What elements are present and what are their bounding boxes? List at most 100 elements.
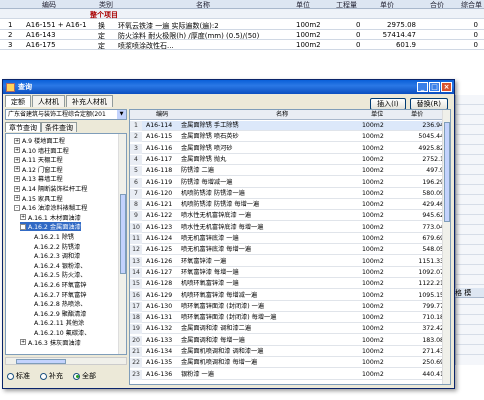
tree-node[interactable]: A.16.2.9 聚酯清漆 [26, 309, 87, 318]
tree-horizontal-scrollbar[interactable] [5, 357, 127, 365]
tree-node[interactable]: + A.10 墙柱面工程 [14, 146, 69, 155]
grid-cell-name: 防锈漆 每增减一遍 [181, 178, 233, 186]
radio-option[interactable]: 全部 [73, 371, 96, 381]
grid-cell-price: 1095.15 [418, 291, 444, 299]
tree-node[interactable]: A.16.2.4 银粉漆、 [26, 261, 87, 270]
tree-node[interactable]: + A.16.1 木材面油漆 [20, 213, 81, 222]
radio-dot-icon[interactable] [40, 372, 47, 380]
grid-cell-price: 196.29 [422, 178, 444, 186]
expand-icon[interactable]: + [20, 339, 26, 346]
grid-row[interactable]: 20 A16-133 金属面调和漆 每增一遍 100m2 183.08 [130, 335, 450, 346]
grid-row[interactable]: 19 A16-132 金属面调和漆 调和漆二遍 100m2 372.42 [130, 324, 450, 335]
expand-icon[interactable]: + [14, 175, 20, 182]
grid-row[interactable]: 3 A16-116 金属面除锈 喷河砂 100m2 4925.82 [130, 143, 450, 154]
tree-node[interactable]: - A.16 油漆涂料裱糊工程 [14, 203, 87, 212]
bg-cell-unit: 100m2 [296, 31, 321, 39]
tree-node[interactable]: + A.9 楼地面工程 [14, 136, 65, 145]
tree-node[interactable]: + A.11 天棚工程 [14, 155, 63, 164]
tree-node[interactable]: + A.14 隔断装饰栏杆工程 [14, 184, 87, 193]
expand-icon[interactable]: + [14, 185, 20, 192]
dialog-titlebar[interactable]: 查询 _ □ × [3, 80, 454, 94]
chevron-down-icon[interactable]: ▼ [117, 110, 126, 119]
collapse-icon[interactable]: - [20, 223, 26, 230]
tree-node-label: A.16.2.1 除锈 [34, 234, 75, 241]
grid-row[interactable]: 12 A16-125 喷无机富锌底漆 每增一遍 100m2 548.05 [130, 245, 450, 256]
expand-icon[interactable]: + [20, 214, 26, 221]
grid-row[interactable]: 17 A16-130 喷环氧富锌面漆 (封闭漆) 一遍 100m2 799.77 [130, 301, 450, 312]
grid-row[interactable]: 6 A16-119 防锈漆 每增减一遍 100m2 196.29 [130, 177, 450, 188]
radio-option[interactable]: 标准 [7, 371, 30, 381]
grid-row[interactable]: 10 A16-123 喷水性无机富锌底漆 每增一遍 100m2 773.04 [130, 222, 450, 233]
grid-cell-name: 喷环氧富锌面漆 (封闭漆) 每增一遍 [181, 314, 277, 322]
grid-row[interactable]: 1 A16-114 金属面除锈 手工除锈 100m2 236.94 [130, 121, 450, 131]
grid-cell-n: 9 [130, 211, 142, 222]
grid-header-unit: 单位 [371, 111, 384, 118]
grid-cell-name: 银粉漆 一遍 [181, 370, 214, 378]
grid-row[interactable]: 15 A16-128 机喷环氧富锌漆 一遍 100m2 1122.21 [130, 279, 450, 290]
tree-node[interactable]: A.16.2.10 氟碳漆、 [26, 328, 90, 337]
grid-row[interactable]: 18 A16-131 喷环氧富锌面漆 (封闭漆) 每增一遍 100m2 710.18 [130, 313, 450, 324]
tree-vertical-scrollbar[interactable] [118, 134, 126, 354]
bg-strip-cell [456, 155, 484, 165]
bg-table-row[interactable]: 3 A16-175 定 喷浆喷涂改性石... 100m2 0 601.9 0 [0, 40, 484, 50]
tab-materials[interactable]: 人材机 [32, 95, 65, 107]
tree-node[interactable]: A.16.2.2 防锈漆 [26, 242, 80, 251]
tree-node[interactable]: + A.13 幕墙工程 [14, 174, 63, 183]
tab-chapter-query[interactable]: 章节查询 [5, 122, 41, 132]
bg-table-row[interactable]: 1 A16-151 + A16-1 换环氧云铁漆 一遍 实际遍数(遍):2 100m2… [0, 20, 484, 30]
library-select[interactable]: 广东省建筑与装饰工程综合定额(201 ▼ [5, 109, 127, 120]
radio-dot-icon[interactable] [73, 372, 80, 380]
tree-node[interactable]: + A.16.3 抹灰面油漆 [20, 338, 81, 347]
tree-node[interactable]: A.16.2.7 环氧富锌 [26, 290, 87, 299]
tree-node[interactable]: A.16.2.11 其他涂 [26, 318, 84, 327]
minimize-icon[interactable]: _ [417, 82, 428, 92]
bg-section-row[interactable]: 整个项目 [0, 9, 484, 19]
maximize-icon[interactable]: □ [429, 82, 440, 92]
tree-node[interactable]: + A.12 门窗工程 [14, 165, 63, 174]
grid-row[interactable]: 22 A16-135 金属面机喷调和漆 每增一遍 100m2 250.69 [130, 358, 450, 369]
grid-vertical-scrollbar[interactable] [442, 110, 450, 384]
close-icon[interactable]: × [441, 82, 452, 92]
tree-node[interactable]: A.16.2.5 防火漆、 [26, 270, 87, 279]
tree-node[interactable]: A.16.2.1 除锈 [26, 232, 74, 241]
grid-row[interactable]: 2 A16-115 金属面除锈 喷石英砂 100m2 5045.44 [130, 132, 450, 143]
expand-icon[interactable]: + [14, 156, 20, 163]
bg-table-row[interactable]: 2 A16-143 定防火涂料 耐火极限(h) /厚度(mm) (0.5)/(50)… [0, 30, 484, 40]
tree-node[interactable]: A.16.2.3 调和漆 [26, 251, 80, 260]
tab-extra-materials[interactable]: 补充人材机 [66, 95, 113, 107]
grid-row[interactable]: 8 A16-121 机喷防锈漆 防锈漆 每增一遍 100m2 429.46 [130, 200, 450, 211]
tab-condition-query[interactable]: 条件查询 [41, 122, 77, 132]
grid-row[interactable]: 4 A16-117 金属面除锈 抛丸 100m2 2752.1 [130, 154, 450, 165]
expand-icon[interactable]: + [14, 137, 20, 144]
grid-cell-name: 金属面调和漆 调和漆二遍 [181, 325, 252, 333]
expand-icon[interactable]: + [14, 147, 20, 154]
expand-icon[interactable]: + [14, 195, 20, 202]
grid-row[interactable]: 5 A16-118 防锈漆 二遍 100m2 497.9 [130, 166, 450, 177]
grid-row[interactable]: 16 A16-129 机喷环氧富锌漆 每增减一遍 100m2 1095.15 [130, 290, 450, 301]
collapse-icon[interactable]: - [14, 204, 20, 211]
bg-strip-cell [456, 115, 484, 125]
radio-dot-icon[interactable] [7, 372, 14, 380]
grid-row[interactable]: 11 A16-124 喷无机富锌底漆 一遍 100m2 679.69 [130, 234, 450, 244]
grid-row[interactable]: 21 A16-134 金属面机喷调和漆 调和漆一遍 100m2 271.43 [130, 347, 450, 357]
grid-cell-n: 23 [130, 369, 142, 380]
query-dialog: 查询 _ □ × 定额 人材机 补充人材机 插入(I) 替换(R) 广东省建筑与… [2, 79, 455, 389]
radio-option[interactable]: 补充 [40, 371, 63, 381]
bg-strip-cell [456, 315, 484, 325]
grid-row[interactable]: 14 A16-127 环氧富锌漆 每增一遍 100m2 1092.07 [130, 267, 450, 278]
expand-icon[interactable]: + [14, 166, 20, 173]
tab-quota[interactable]: 定额 [5, 95, 31, 107]
tree-node[interactable]: A.16.2.6 环氧富锌 [26, 280, 87, 289]
grid-row[interactable]: 13 A16-126 环氧富锌漆 一遍 100m2 1151.33 [130, 256, 450, 267]
grid-row[interactable]: 7 A16-120 机喷防锈漆 防锈漆一遍 100m2 580.09 [130, 188, 450, 199]
tree-node[interactable]: A.16.2.8 热喷涂、 [26, 299, 87, 308]
grid-cell-name: 防锈漆 二遍 [181, 167, 214, 175]
grid-cell-price: 271.43 [422, 348, 444, 355]
grid-cell-n: 17 [130, 301, 142, 312]
tree-node[interactable]: - A.16.2 金属面油漆 [20, 222, 81, 232]
grid-cell-name: 金属面除锈 手工除锈 [181, 122, 239, 129]
grid-row[interactable]: 9 A16-122 喷水性无机富锌底漆 一遍 100m2 945.62 [130, 211, 450, 222]
grid-row[interactable]: 23 A16-136 银粉漆 一遍 100m2 440.41 [130, 369, 450, 380]
tree-node[interactable]: + A.15 家具工程 [14, 194, 63, 203]
grid-cell-name: 环氧富锌漆 一遍 [181, 257, 227, 265]
